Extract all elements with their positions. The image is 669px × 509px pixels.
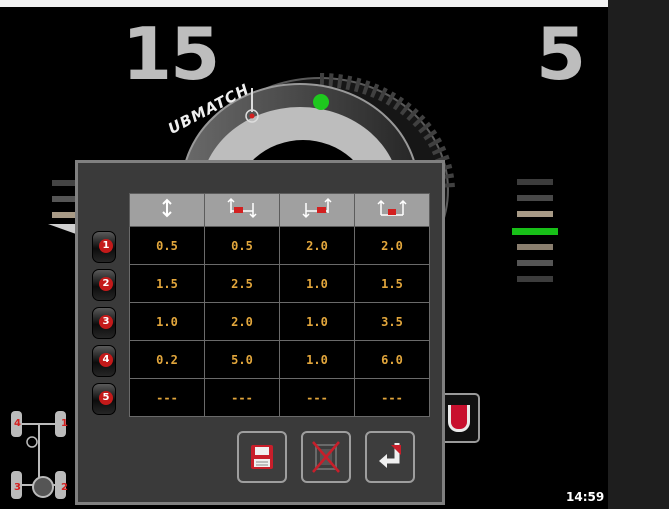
- table-cell[interactable]: 0.2: [129, 340, 205, 379]
- left-indicator-bar: [52, 212, 75, 218]
- cross-out-icon: [312, 441, 340, 473]
- table-row: --- --- --- ---: [129, 378, 430, 417]
- column-header: [354, 193, 430, 227]
- table-row: 0.2 5.0 1.0 6.0: [129, 340, 430, 379]
- row-number-badge: 1: [99, 239, 113, 253]
- right-indicator-bar: [517, 244, 553, 250]
- table-cell[interactable]: 2.0: [204, 302, 280, 341]
- axle-label-rear-right: 2: [61, 482, 68, 493]
- table-cell[interactable]: 0.5: [204, 226, 280, 265]
- vertical-runout-icon: [162, 198, 172, 218]
- row-number-badge: 2: [99, 277, 113, 291]
- right-indicator-bar: [517, 260, 553, 266]
- right-indicator-bar: [517, 195, 553, 201]
- tolerance-dialog: 1 2 3 4 5 0.5 0.5 2.0 2.0 1.5 2.5 1.0 1.…: [75, 160, 445, 505]
- tolerance-table: 0.5 0.5 2.0 2.0 1.5 2.5 1.0 1.5 1.0 2.0 …: [129, 193, 430, 417]
- row-number-badge: 5: [99, 391, 113, 405]
- table-cell[interactable]: 1.0: [129, 302, 205, 341]
- row-select-button-5[interactable]: 5: [92, 383, 116, 415]
- table-cell[interactable]: 6.0: [354, 340, 430, 379]
- delete-button[interactable]: [301, 431, 351, 483]
- row-select-button-1[interactable]: 1: [92, 231, 116, 263]
- enter-arrow-icon: [379, 443, 401, 468]
- left-indicator-bar: [52, 180, 75, 186]
- table-cell[interactable]: 1.0: [279, 302, 355, 341]
- table-cell[interactable]: 2.5: [204, 264, 280, 303]
- row-number-badge: 4: [99, 353, 113, 367]
- dialog-pointer: [48, 224, 76, 234]
- right-indicator-bar: [517, 211, 553, 217]
- table-cell[interactable]: 1.0: [279, 264, 355, 303]
- right-indicator-active-bar: [512, 228, 558, 235]
- row-select-button-2[interactable]: 2: [92, 269, 116, 301]
- table-cell[interactable]: ---: [354, 378, 430, 417]
- lateral-runout-icon: [227, 197, 257, 219]
- table-cell[interactable]: 0.5: [129, 226, 205, 265]
- table-header-row: [129, 193, 430, 227]
- clock: 14:59: [566, 490, 605, 504]
- table-cell[interactable]: 3.5: [354, 302, 430, 341]
- axle-label-rear-left: 3: [14, 482, 21, 493]
- table-cell[interactable]: 2.0: [279, 226, 355, 265]
- confirm-button[interactable]: [365, 431, 415, 483]
- column-header: [204, 193, 280, 227]
- radial-runout-icon: [377, 199, 407, 216]
- table-cell[interactable]: 5.0: [204, 340, 280, 379]
- right-indicator-bar: [517, 276, 553, 282]
- table-row: 0.5 0.5 2.0 2.0: [129, 226, 430, 265]
- weight-clip-icon: [448, 405, 470, 432]
- lateral-runout-alt-icon: [302, 197, 332, 219]
- column-header: [279, 193, 355, 227]
- left-indicator-bar: [52, 196, 75, 202]
- column-header: [129, 193, 205, 227]
- table-cell[interactable]: 2.0: [354, 226, 430, 265]
- table-row: 1.5 2.5 1.0 1.5: [129, 264, 430, 303]
- table-row: 1.0 2.0 1.0 3.5: [129, 302, 430, 341]
- side-panel: [608, 0, 669, 509]
- axle-label-front-left: 4: [14, 418, 21, 429]
- row-select-button-4[interactable]: 4: [92, 345, 116, 377]
- axle-label-front-right: 1: [61, 418, 68, 429]
- row-select-button-3[interactable]: 3: [92, 307, 116, 339]
- table-cell[interactable]: ---: [204, 378, 280, 417]
- table-cell[interactable]: ---: [279, 378, 355, 417]
- right-value: 5: [536, 12, 586, 96]
- save-button[interactable]: [237, 431, 287, 483]
- top-strip: [0, 0, 608, 7]
- table-cell[interactable]: 1.0: [279, 340, 355, 379]
- floppy-disk-icon: [251, 445, 273, 469]
- table-cell[interactable]: ---: [129, 378, 205, 417]
- row-number-badge: 3: [99, 315, 113, 329]
- right-indicator-bar: [517, 179, 553, 185]
- table-cell[interactable]: 1.5: [129, 264, 205, 303]
- table-cell[interactable]: 1.5: [354, 264, 430, 303]
